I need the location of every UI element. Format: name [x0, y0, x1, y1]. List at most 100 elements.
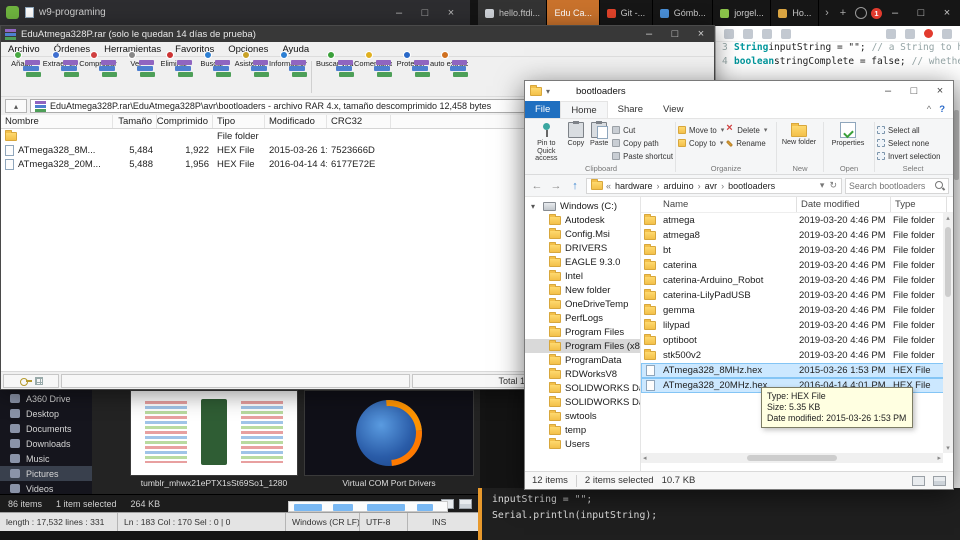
tree-item[interactable]: PerfLogs: [525, 311, 640, 325]
tree-item[interactable]: SOLIDWORKS Data: [525, 381, 640, 395]
horizontal-scrollbar[interactable]: ◂ ▸: [641, 453, 943, 463]
tree-item[interactable]: Autodesk: [525, 213, 640, 227]
back-button[interactable]: ←: [529, 178, 545, 194]
tree-item[interactable]: swtools: [525, 409, 640, 423]
vertical-scrollbar[interactable]: ▴ ▾: [943, 213, 953, 453]
minimize-button[interactable]: –: [875, 81, 901, 101]
file-row[interactable]: optiboot 2019-03-20 4:46 PM File folder: [641, 333, 953, 348]
view-button[interactable]: Ver: [117, 51, 155, 77]
file-row[interactable]: caterina 2019-03-20 4:46 PM File folder: [641, 258, 953, 273]
column-comprimido[interactable]: Comprimido: [157, 115, 213, 128]
copy-path-button[interactable]: Copy path: [612, 137, 673, 149]
column-modificado[interactable]: Modificado: [265, 115, 327, 128]
paste-shortcut-button[interactable]: Paste shortcut: [612, 150, 673, 162]
tree-root-windows-c[interactable]: ▾ Windows (C:): [525, 199, 640, 213]
scan-virus-button[interactable]: Buscar virus: [316, 51, 354, 77]
file-row[interactable]: lilypad 2019-03-20 4:46 PM File folder: [641, 318, 953, 333]
new-folder-button[interactable]: New folder: [779, 122, 819, 146]
column-tipo[interactable]: Tipo: [213, 115, 265, 128]
profile-avatar[interactable]: [855, 7, 867, 19]
tree-item-selected[interactable]: Program Files (x86: [525, 339, 640, 353]
paste-button[interactable]: Paste: [588, 121, 610, 147]
breadcrumb-hardware[interactable]: hardware: [614, 181, 654, 191]
sidebar-item-downloads[interactable]: Downloads: [0, 436, 92, 451]
browser-tab-active[interactable]: Edu Ca...: [547, 0, 600, 26]
star-icon[interactable]: [781, 28, 791, 39]
browser-tab[interactable]: jorgel...: [713, 0, 772, 26]
download-icon[interactable]: [886, 28, 896, 39]
delete-button[interactable]: Delete▾: [726, 122, 767, 136]
tree-item[interactable]: New folder: [525, 283, 640, 297]
grid-icon[interactable]: [724, 28, 734, 39]
invert-selection-button[interactable]: Invert selection: [877, 150, 940, 162]
file-row[interactable]: gemma 2019-03-20 4:46 PM File folder: [641, 303, 953, 318]
help-button[interactable]: ?: [939, 104, 945, 115]
expand-icon[interactable]: ▾: [531, 202, 539, 211]
column-nombre[interactable]: Nombre: [1, 115, 113, 128]
maximize-button[interactable]: □: [662, 26, 688, 42]
sfx-button[interactable]: auto extraible: [430, 51, 468, 77]
breadcrumb-arduino[interactable]: arduino: [663, 181, 695, 191]
encoding[interactable]: UTF-8: [360, 513, 408, 531]
file-row[interactable]: atmega 2019-03-20 4:46 PM File folder: [641, 213, 953, 228]
delete-button[interactable]: Eliminar: [155, 51, 193, 77]
info-button[interactable]: Información: [269, 51, 307, 77]
tree-item[interactable]: Config.Msi: [525, 227, 640, 241]
browser-tab[interactable]: Gómb...: [653, 0, 714, 26]
tab-view[interactable]: View: [653, 101, 693, 118]
maximize-button[interactable]: □: [908, 0, 934, 26]
address-dropdown-icon[interactable]: ▾: [820, 180, 825, 191]
browser-tab[interactable]: Git -...: [600, 0, 653, 26]
tree-item[interactable]: SOLIDWORKS Data: [525, 395, 640, 409]
file-row[interactable]: caterina-LilyPadUSB 2019-03-20 4:46 PM Fil…: [641, 288, 953, 303]
file-row-selected[interactable]: ATmega328_8MHz.hex 2015-03-26 1:53 PM HEX …: [641, 363, 953, 378]
file-row[interactable]: stk500v2 2019-03-20 4:46 PM File folder: [641, 348, 953, 363]
minimize-button[interactable]: –: [882, 0, 908, 26]
sidebar-item-pictures[interactable]: Pictures: [0, 466, 92, 481]
browser-tab[interactable]: hello.ftdi...: [478, 0, 548, 26]
tree-item[interactable]: Intel: [525, 269, 640, 283]
list-icon[interactable]: [905, 28, 915, 39]
sidebar-item-music[interactable]: Music: [0, 451, 92, 466]
collapse-ribbon-button[interactable]: ^: [927, 104, 931, 115]
column-crc32[interactable]: CRC32: [327, 115, 391, 128]
tree-item[interactable]: Users: [525, 437, 640, 451]
path-truncated-icon[interactable]: «: [606, 181, 611, 191]
cut-button[interactable]: Cut: [612, 124, 673, 136]
test-button[interactable]: Comprobar: [79, 51, 117, 77]
maximize-button[interactable]: □: [412, 0, 438, 25]
new-tab-button[interactable]: +: [835, 7, 851, 19]
tree-item[interactable]: temp: [525, 423, 640, 437]
rename-button[interactable]: Rename: [726, 137, 767, 149]
properties-button[interactable]: Properties: [826, 122, 870, 147]
file-row[interactable]: bt 2019-03-20 4:46 PM File folder: [641, 243, 953, 258]
refresh-icon[interactable]: ↻: [829, 180, 837, 191]
tab-file[interactable]: File: [525, 101, 561, 118]
close-button[interactable]: ×: [438, 0, 464, 25]
close-button[interactable]: ×: [927, 81, 953, 101]
eol-format[interactable]: Windows (CR LF): [286, 513, 360, 531]
select-all-button[interactable]: Select all: [877, 124, 940, 136]
up-level-button[interactable]: ▴: [5, 99, 27, 113]
column-date-modified[interactable]: Date modified: [797, 197, 891, 212]
forward-button[interactable]: →: [548, 178, 564, 194]
maximize-button[interactable]: □: [901, 81, 927, 101]
extract-to-button[interactable]: Extraer en: [41, 51, 79, 77]
copy-to-button[interactable]: Copy to ▾: [678, 137, 724, 149]
firefox-installer-thumbnail[interactable]: [304, 390, 474, 476]
tree-item[interactable]: ProgramData: [525, 353, 640, 367]
find-button[interactable]: Buscar: [193, 51, 231, 77]
tree-item[interactable]: DRIVERS: [525, 241, 640, 255]
breadcrumb[interactable]: « hardware › arduino › avr › bootloaders…: [586, 177, 842, 194]
add-button[interactable]: Añadir: [3, 51, 41, 77]
file-row[interactable]: caterina-Arduino_Robot 2019-03-20 4:46 PM…: [641, 273, 953, 288]
select-none-button[interactable]: Select none: [877, 137, 940, 149]
minimize-button[interactable]: –: [386, 0, 412, 25]
copy-button[interactable]: Copy: [566, 121, 586, 147]
minimize-button[interactable]: –: [636, 26, 662, 42]
tree-item[interactable]: OneDriveTemp: [525, 297, 640, 311]
quick-access-dropdown[interactable]: ▾: [546, 87, 550, 96]
close-button[interactable]: ×: [934, 0, 960, 26]
tree-item[interactable]: EAGLE 9.3.0: [525, 255, 640, 269]
menu-favoritos[interactable]: Favoritos: [168, 44, 221, 55]
